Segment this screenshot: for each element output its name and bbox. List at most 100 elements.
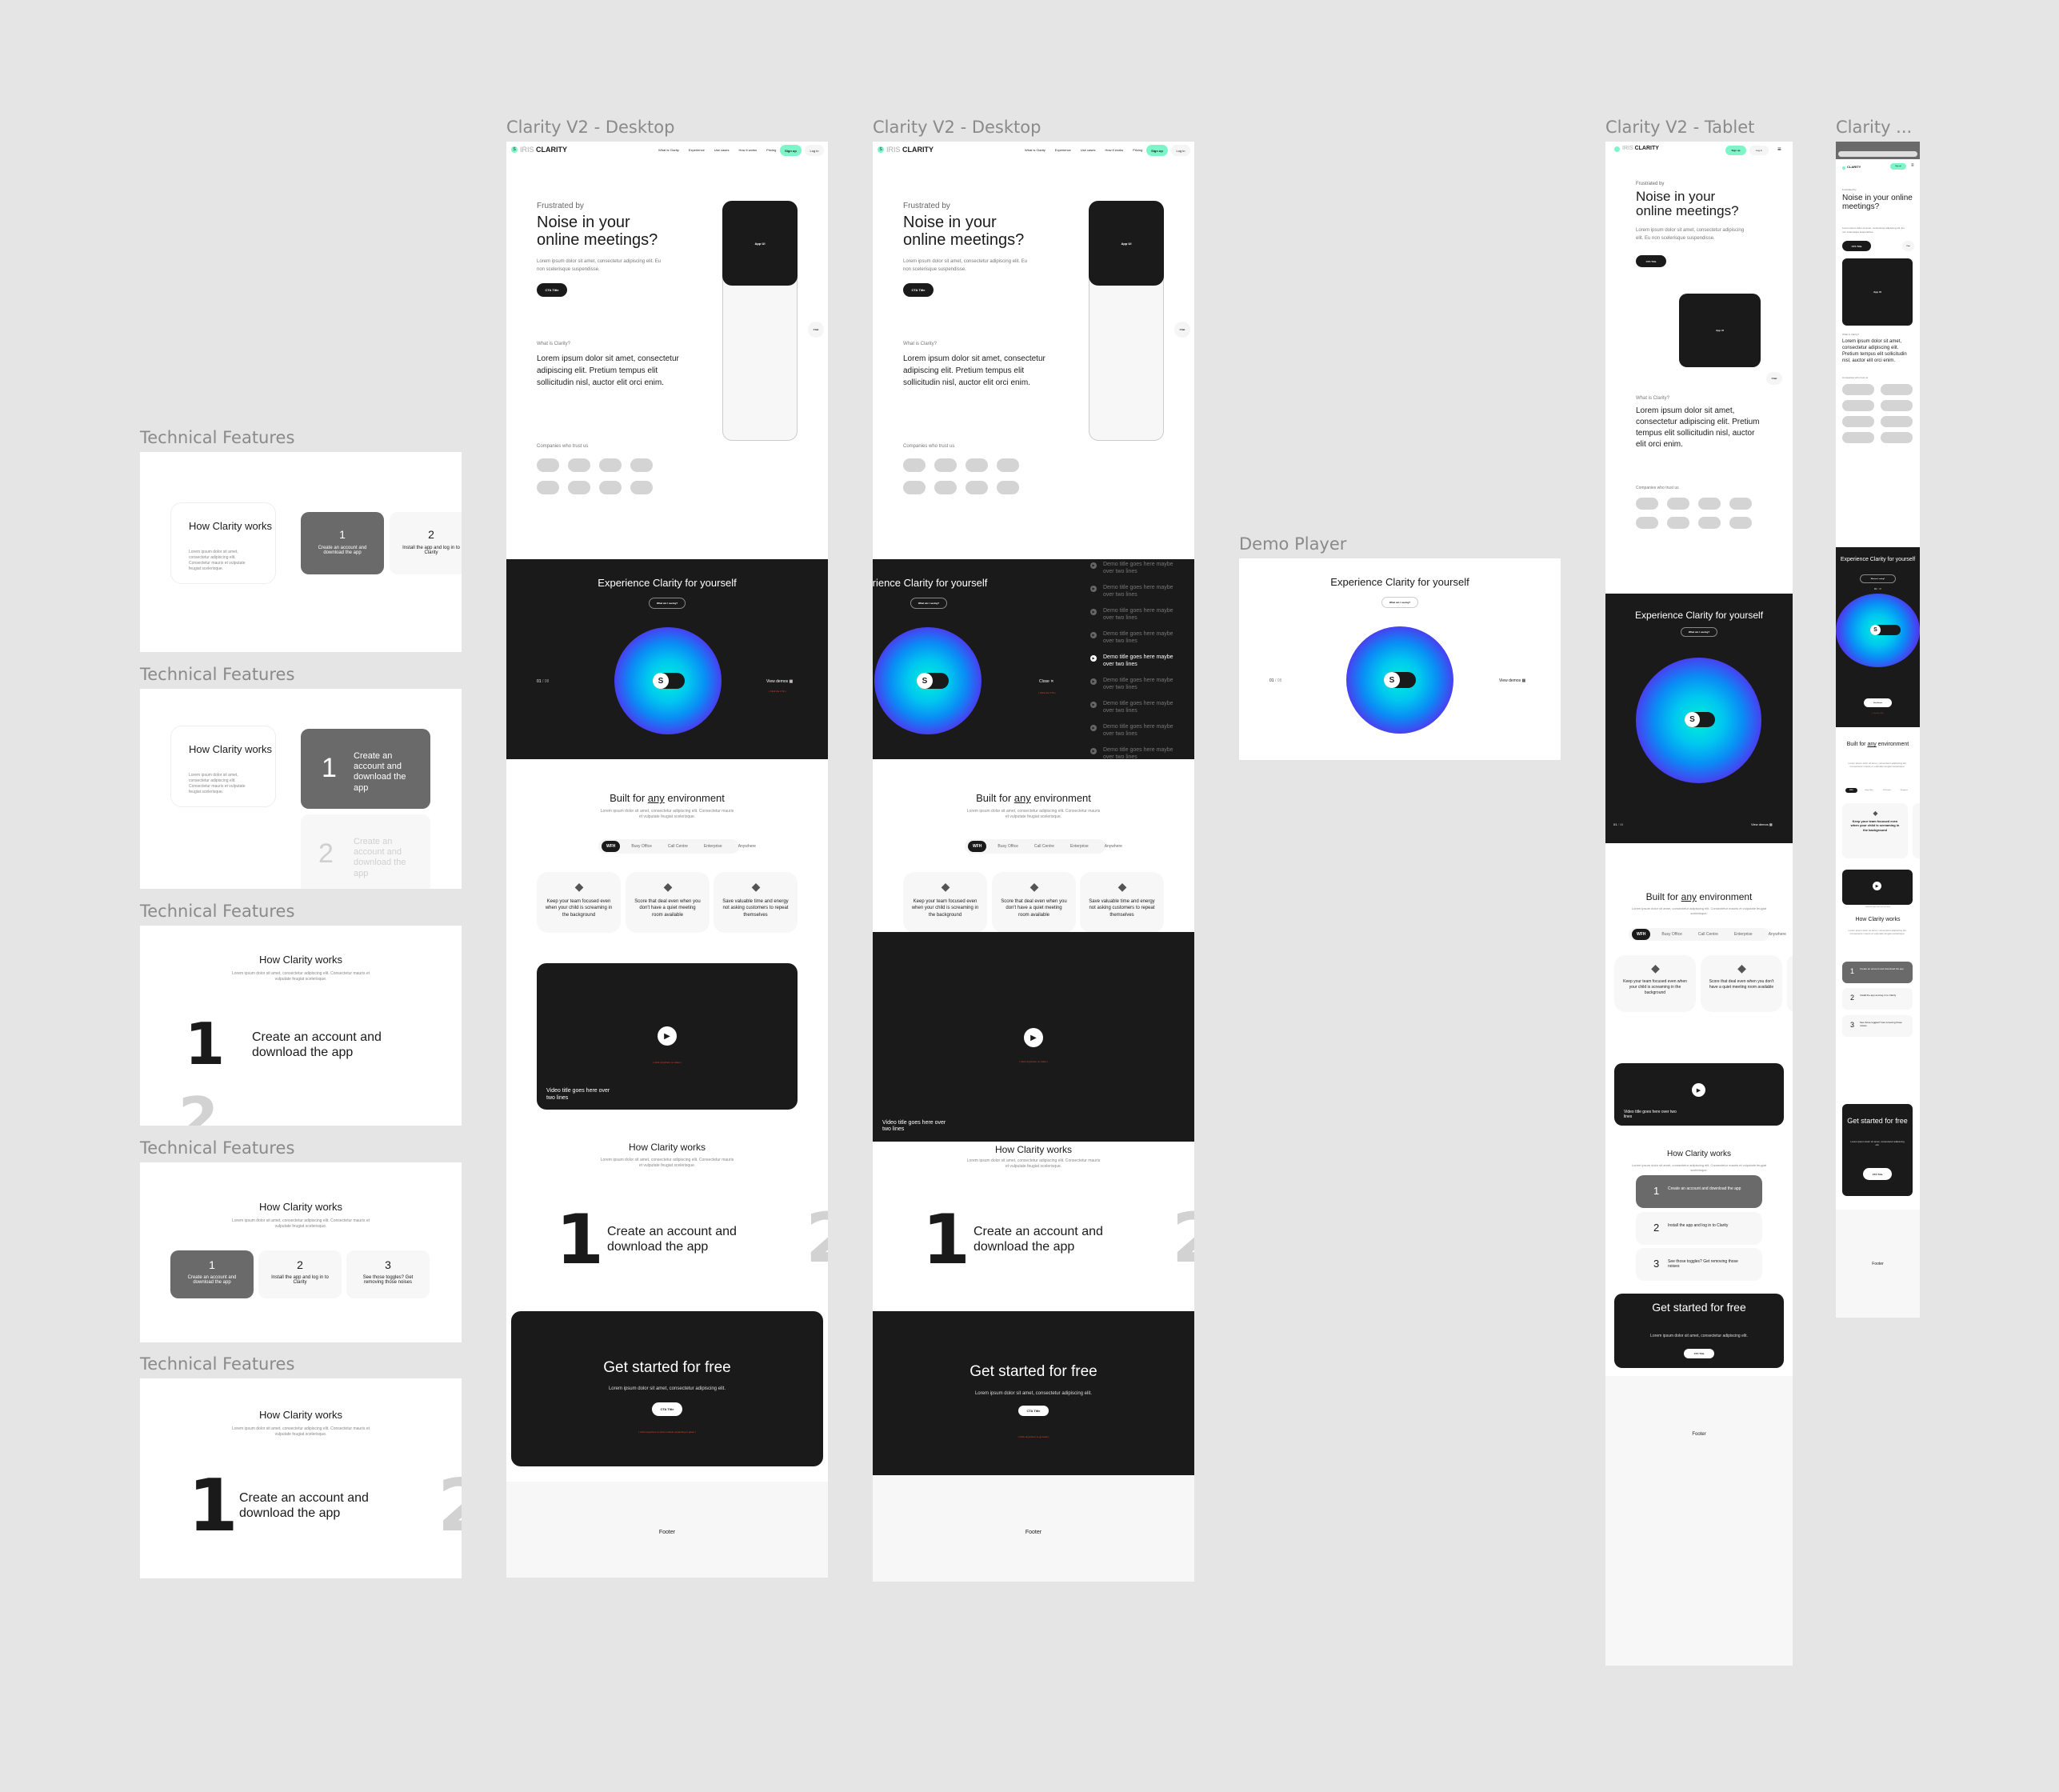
step-card-2[interactable]: 2 Install the app and log in to Clarity bbox=[390, 512, 462, 574]
address-bar[interactable] bbox=[1838, 151, 1917, 157]
cta-section[interactable]: Get started for free Lorem ipsum dolor s… bbox=[511, 1311, 823, 1466]
nav-use-cases[interactable]: Use cases bbox=[1081, 148, 1096, 152]
step-card-1[interactable]: 1 Create an account and download the app bbox=[1636, 1175, 1762, 1208]
signup-button[interactable]: Sign up bbox=[1725, 146, 1746, 155]
step-card-1[interactable]: 1 Create an account and download the app bbox=[170, 1250, 254, 1298]
nav-what-is[interactable]: What is Clarity bbox=[1025, 148, 1045, 152]
noise-toggle[interactable]: S bbox=[917, 673, 949, 689]
step-card-3[interactable]: 3 See those toggles? Get removing those … bbox=[1842, 1015, 1913, 1037]
tab-enterprise[interactable]: Enterprise bbox=[1899, 788, 1909, 793]
tab-busy-office[interactable]: Busy Office bbox=[626, 841, 656, 852]
tab-wfh[interactable]: WFH bbox=[602, 841, 621, 852]
step-card-1-expanded[interactable]: 1 Create an account and download the app bbox=[301, 729, 430, 809]
tab-anywhere[interactable]: Anywhere bbox=[1764, 929, 1791, 940]
play-button[interactable]: ▶ bbox=[658, 1026, 677, 1046]
cta-button[interactable]: CTA Title bbox=[1863, 1168, 1892, 1180]
tab-busy-office[interactable]: Busy Office bbox=[993, 841, 1022, 852]
what-am-i-seeing-button[interactable]: What am I seeing? bbox=[649, 598, 686, 609]
signup-button[interactable]: Sign up bbox=[1146, 145, 1168, 156]
tab-wfh[interactable]: WFH bbox=[968, 841, 987, 852]
noise-toggle[interactable]: S bbox=[1685, 712, 1715, 727]
tab-enterprise[interactable]: Enterprise bbox=[699, 841, 727, 852]
what-am-i-seeing-button[interactable]: What am I seeing? bbox=[1860, 574, 1896, 583]
demo-list-item[interactable]: ▶ Demo title goes here maybe over two lin… bbox=[1090, 607, 1178, 622]
demo-list-item[interactable]: ▶ Demo title goes here maybe over two lin… bbox=[1090, 630, 1178, 645]
logo[interactable]: CLARITY bbox=[1847, 165, 1861, 169]
view-demos-button[interactable]: View demos bbox=[1864, 698, 1892, 707]
logo[interactable]: IRIS CLARITY bbox=[1622, 146, 1659, 151]
step-card-2-collapsed[interactable]: 2 Create an account and download the app bbox=[301, 814, 430, 889]
demo-list-item[interactable]: ▶ Demo title goes here maybe over two lin… bbox=[1090, 654, 1178, 668]
nav-pricing[interactable]: Pricing bbox=[766, 148, 776, 152]
tab-call-centre[interactable]: Call Centre bbox=[1693, 929, 1723, 940]
view-demos-button[interactable]: View demos ▦ bbox=[1751, 822, 1773, 826]
cta-button[interactable]: CTA Title bbox=[1018, 1406, 1049, 1416]
nav-pricing[interactable]: Pricing bbox=[1133, 148, 1142, 152]
nav-how-it-works[interactable]: How it works bbox=[1105, 148, 1123, 152]
hero-cta-button[interactable]: CTA Title bbox=[1636, 255, 1666, 267]
cta-button[interactable]: CTA Title bbox=[1684, 1349, 1714, 1358]
tab-call-centre[interactable]: Call Centre bbox=[1030, 841, 1059, 852]
what-am-i-seeing-button[interactable]: What am I seeing? bbox=[910, 598, 947, 609]
nav-experience[interactable]: Experience bbox=[689, 148, 705, 152]
login-button[interactable]: Log in bbox=[805, 145, 824, 156]
step-card-1[interactable]: 1 Create an account and download the app bbox=[301, 512, 384, 574]
video-player[interactable]: ▶ bbox=[1842, 870, 1913, 905]
tab-wfh[interactable]: WFH bbox=[1845, 787, 1857, 793]
video-player[interactable]: ▶ Video title goes here over two lines bbox=[1614, 1063, 1784, 1126]
demo-list-item[interactable]: ▶ Demo title goes here maybe over two lin… bbox=[1090, 746, 1178, 759]
chat-button[interactable]: Chat bbox=[1902, 241, 1914, 251]
play-button[interactable]: ▶ bbox=[1024, 1028, 1043, 1047]
hamburger-icon[interactable]: ≡ bbox=[1777, 146, 1781, 153]
login-button[interactable]: Log in bbox=[1749, 146, 1769, 155]
tab-call-centre[interactable]: Call Centre bbox=[1881, 788, 1893, 793]
logo[interactable]: IRIS CLARITY bbox=[520, 146, 567, 154]
step-card-2[interactable]: 2 Install the app and log in to Clarity bbox=[1636, 1212, 1762, 1245]
noise-toggle[interactable]: S bbox=[653, 673, 685, 689]
noise-toggle[interactable]: S bbox=[1870, 625, 1901, 635]
chat-button[interactable]: Chat bbox=[1766, 372, 1782, 385]
cta-button[interactable]: CTA Title bbox=[652, 1402, 682, 1416]
tab-call-centre[interactable]: Call Centre bbox=[663, 841, 693, 852]
step-card-3[interactable]: 3 See those toggles? Get removing those … bbox=[1636, 1248, 1762, 1281]
tab-enterprise[interactable]: Enterprise bbox=[1065, 841, 1093, 852]
tab-enterprise[interactable]: Enterprise bbox=[1729, 929, 1757, 940]
what-am-i-seeing-button[interactable]: What am I seeing? bbox=[1681, 627, 1717, 637]
what-am-i-seeing-button[interactable]: What am I seeing? bbox=[1381, 597, 1418, 608]
hamburger-icon[interactable]: ≡ bbox=[1911, 163, 1914, 168]
noise-toggle[interactable]: S bbox=[1384, 672, 1416, 688]
chat-button[interactable]: Chat bbox=[1174, 322, 1190, 338]
demo-list-item[interactable]: ▶ Demo title goes here maybe over two lin… bbox=[1090, 700, 1178, 714]
demo-list-item[interactable]: ▶ Demo title goes here maybe over two lin… bbox=[1090, 677, 1178, 691]
demo-list-item[interactable]: ▶ Demo title goes here maybe over two lin… bbox=[1090, 723, 1178, 738]
nav-what-is[interactable]: What is Clarity bbox=[658, 148, 679, 152]
play-button[interactable]: ▶ bbox=[1692, 1083, 1705, 1097]
signup-button[interactable]: Sign up bbox=[780, 145, 802, 156]
hero-cta-button[interactable]: CTA Title bbox=[537, 283, 567, 297]
tab-anywhere[interactable]: Anywhere bbox=[734, 841, 761, 852]
chat-button[interactable]: Chat bbox=[808, 322, 824, 338]
tab-busy-office[interactable]: Busy Office bbox=[1657, 929, 1686, 940]
video-player-expanded[interactable]: ▶ ( Click anywhere on video ) Video titl… bbox=[873, 932, 1194, 1142]
signup-button[interactable]: Sign up bbox=[1890, 163, 1906, 170]
tab-anywhere[interactable]: Anywhere bbox=[1100, 841, 1127, 852]
login-button[interactable]: Log in bbox=[1171, 145, 1190, 156]
cta-section[interactable]: Get started for free Lorem ipsum dolor s… bbox=[1614, 1294, 1784, 1368]
step-card-2[interactable]: 2 Install the app and log in to Clarity bbox=[1842, 988, 1913, 1010]
cta-section[interactable]: Get started for free Lorem ipsum dolor s… bbox=[1842, 1104, 1913, 1196]
nav-how-it-works[interactable]: How it works bbox=[738, 148, 757, 152]
play-button[interactable]: ▶ bbox=[1873, 882, 1881, 890]
hero-cta-button[interactable]: CTA Title bbox=[903, 283, 934, 297]
step-card-1[interactable]: 1 Create an account and download the app bbox=[1842, 962, 1913, 983]
hero-cta-button[interactable]: CTA Title bbox=[1842, 241, 1871, 251]
demo-list-item[interactable]: ▶ Demo title goes here maybe over two lin… bbox=[1090, 561, 1178, 575]
step-card-3[interactable]: 3 See those toggles? Get removing those … bbox=[346, 1250, 430, 1298]
cta-section-expanded[interactable]: Get started for free Lorem ipsum dolor s… bbox=[873, 1311, 1194, 1475]
nav-experience[interactable]: Experience bbox=[1055, 148, 1071, 152]
video-player[interactable]: ▶ ( Click anywhere on video ) Video titl… bbox=[537, 963, 798, 1110]
step-card-2[interactable]: 2 Install the app and log in to Clarity bbox=[258, 1250, 342, 1298]
nav-use-cases[interactable]: Use cases bbox=[714, 148, 730, 152]
demo-list-item[interactable]: ▶ Demo title goes here maybe over two lin… bbox=[1090, 584, 1178, 598]
tab-wfh[interactable]: WFH bbox=[1632, 929, 1651, 940]
view-demos-button[interactable]: View demos ▦ bbox=[1499, 678, 1525, 683]
